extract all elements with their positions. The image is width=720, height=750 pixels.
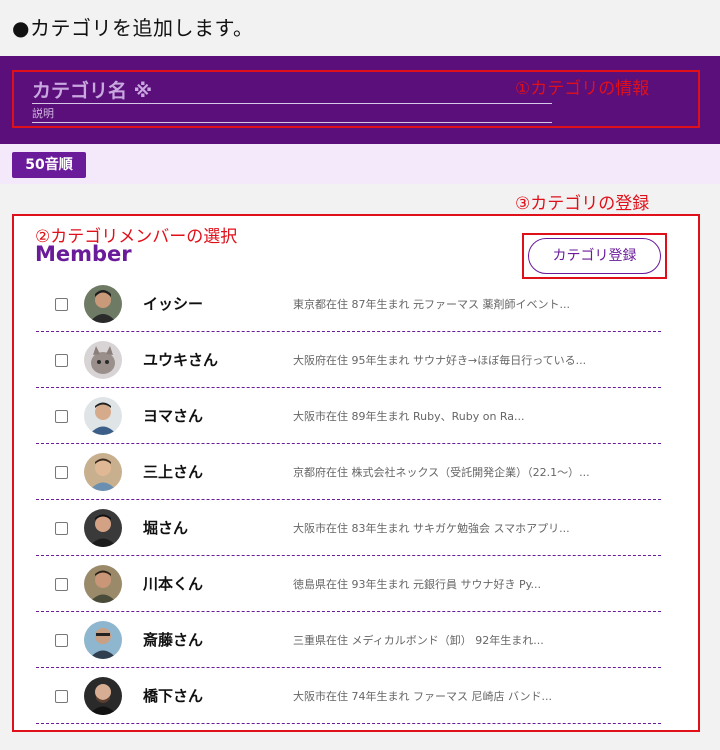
member-checkbox[interactable] <box>55 354 68 367</box>
avatar <box>84 565 122 603</box>
member-row[interactable]: 川本くん 徳島県在住 93年生まれ 元銀行員 サウナ好き Py... <box>36 556 661 612</box>
member-row[interactable]: ユウキさん 大阪府在住 95年生まれ サウナ好き→ほぼ毎日行っている... <box>36 332 661 388</box>
member-checkbox[interactable] <box>55 298 68 311</box>
member-bio: 大阪市在住 83年生まれ サキガケ勉強会 スマホアプリ... <box>293 522 570 535</box>
member-bio: 大阪市在住 74年生まれ ファーマス 尼崎店 バンド... <box>293 690 553 703</box>
member-bio: 三重県在住 メディカルボンド（卸） 92年生まれ... <box>293 634 544 647</box>
member-name: 堀さん <box>143 519 189 537</box>
member-name: イッシー <box>143 295 204 313</box>
member-list: イッシー 東京都在住 87年生まれ 元ファーマス 薬剤師イベント... ユウキさ… <box>36 276 661 724</box>
avatar <box>84 285 122 323</box>
member-bio: 徳島県在住 93年生まれ 元銀行員 サウナ好き Py... <box>293 578 542 591</box>
member-name: ユウキさん <box>143 351 219 369</box>
member-checkbox[interactable] <box>55 690 68 703</box>
member-section-title: Member <box>35 242 132 266</box>
page-heading: ●カテゴリを追加します。 <box>12 16 254 40</box>
sort-alphabetical-button[interactable]: 50音順 <box>12 152 86 178</box>
member-name: 橋下さん <box>143 687 204 705</box>
avatar <box>84 621 122 659</box>
member-row[interactable]: 橋下さん 大阪市在住 74年生まれ ファーマス 尼崎店 バンド... <box>36 668 661 724</box>
member-bio: 大阪市在住 89年生まれ Ruby、Ruby on Ra... <box>293 410 525 423</box>
register-annotation: ③カテゴリの登録 <box>515 194 650 214</box>
member-name: 川本くん <box>143 575 204 593</box>
category-name-input[interactable]: カテゴリ名 ※ <box>32 78 552 104</box>
member-checkbox[interactable] <box>55 578 68 591</box>
member-name: ヨマさん <box>143 407 204 425</box>
avatar <box>84 341 122 379</box>
member-name: 斎藤さん <box>143 631 204 649</box>
register-category-button[interactable]: カテゴリ登録 <box>528 238 661 274</box>
member-row[interactable]: ヨマさん 大阪市在住 89年生まれ Ruby、Ruby on Ra... <box>36 388 661 444</box>
member-row[interactable]: 三上さん 京都府在住 株式会社ネックス（受託開発企業）（22.1～）... <box>36 444 661 500</box>
category-info-annotation: ①カテゴリの情報 <box>515 79 650 99</box>
member-checkbox[interactable] <box>55 466 68 479</box>
avatar <box>84 677 122 715</box>
avatar <box>84 509 122 547</box>
member-name: 三上さん <box>143 463 204 481</box>
category-description-input[interactable]: 説明 <box>32 106 552 123</box>
member-row[interactable]: 堀さん 大阪市在住 83年生まれ サキガケ勉強会 スマホアプリ... <box>36 500 661 556</box>
member-row[interactable]: 斎藤さん 三重県在住 メディカルボンド（卸） 92年生まれ... <box>36 612 661 668</box>
member-bio: 東京都在住 87年生まれ 元ファーマス 薬剤師イベント... <box>293 298 570 311</box>
avatar <box>84 453 122 491</box>
avatar <box>84 397 122 435</box>
member-row[interactable]: イッシー 東京都在住 87年生まれ 元ファーマス 薬剤師イベント... <box>36 276 661 332</box>
member-checkbox[interactable] <box>55 410 68 423</box>
member-bio: 京都府在住 株式会社ネックス（受託開発企業）（22.1～）... <box>293 466 590 479</box>
member-checkbox[interactable] <box>55 634 68 647</box>
member-bio: 大阪府在住 95年生まれ サウナ好き→ほぼ毎日行っている... <box>293 354 587 367</box>
member-checkbox[interactable] <box>55 522 68 535</box>
sort-bar <box>0 144 720 184</box>
